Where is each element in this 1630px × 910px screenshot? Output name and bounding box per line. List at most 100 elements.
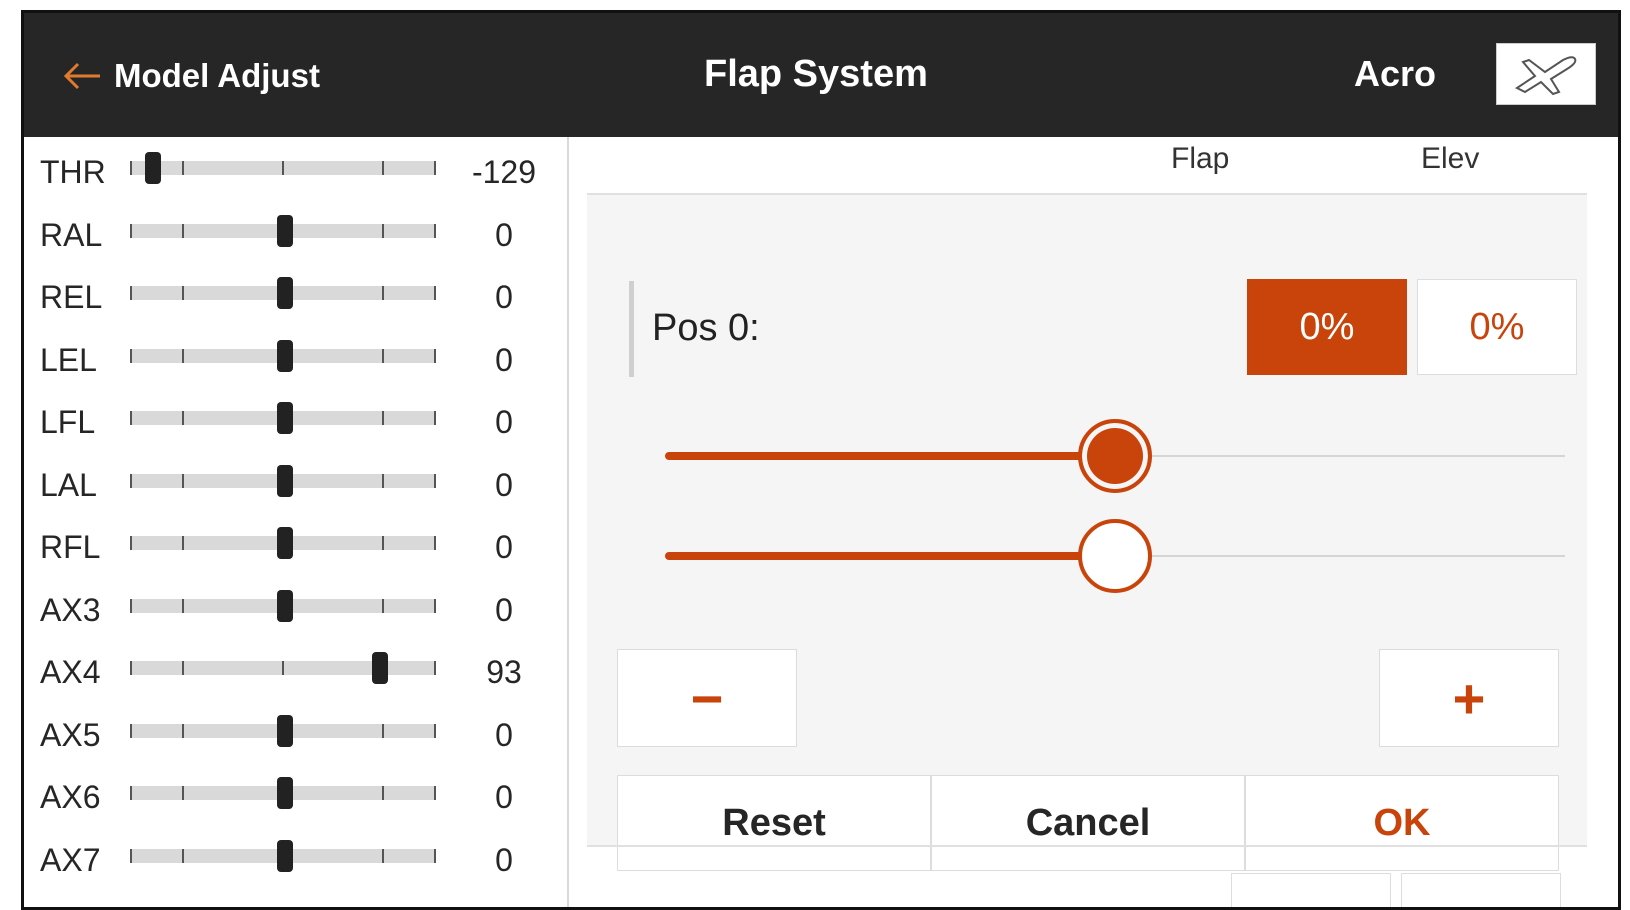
channel-row: AX7 0 xyxy=(24,827,569,891)
channel-bar xyxy=(130,214,436,247)
elev-value-box[interactable]: 0% xyxy=(1417,279,1577,375)
bar-tick xyxy=(182,786,184,800)
elev-slider[interactable] xyxy=(665,517,1565,597)
channel-value: 0 xyxy=(495,841,513,878)
top-bar: Model Adjust Flap System Acro xyxy=(24,13,1618,137)
bar-tick xyxy=(182,473,184,488)
bar-tick xyxy=(382,223,384,238)
channel-row: LAL 0 xyxy=(24,452,569,516)
slider-thumb[interactable] xyxy=(1078,519,1152,593)
next-row-flap-box[interactable] xyxy=(1231,873,1391,907)
channel-position-marker xyxy=(277,714,293,747)
screen-frame: Model Adjust Flap System Acro THR -129 RAL… xyxy=(21,10,1621,910)
bar-tick xyxy=(182,411,184,425)
channel-monitor: THR -129 RAL 0 REL 0 LEL 0 LFL 0 LAL 0 RFL 0 AX3 0 AX4 93… xyxy=(24,137,569,907)
back-button[interactable]: Model Adjust xyxy=(62,51,320,101)
channel-name: LAL xyxy=(40,466,97,503)
bar-tick xyxy=(182,286,184,300)
bar-tick xyxy=(382,411,384,425)
column-header-elev: Elev xyxy=(1421,142,1480,175)
channel-row: THR -129 xyxy=(24,139,569,203)
channel-value: 0 xyxy=(495,404,513,440)
bar-tick xyxy=(382,161,384,175)
channel-bar xyxy=(130,589,436,622)
channel-bar xyxy=(130,402,436,434)
channel-position-marker xyxy=(145,152,162,184)
cancel-button[interactable]: Cancel xyxy=(931,775,1245,871)
bar-tick xyxy=(382,786,384,800)
channel-name: AX5 xyxy=(40,716,101,753)
bar-tick xyxy=(382,473,384,488)
increment-button[interactable]: + xyxy=(1379,649,1559,747)
page-title: Flap System xyxy=(704,53,928,95)
bar-tick xyxy=(382,848,384,863)
position-label: Pos 0: xyxy=(652,307,760,349)
bar-tick xyxy=(182,848,184,863)
channel-position-marker xyxy=(277,214,293,247)
bar-tick xyxy=(382,348,384,363)
flap-system-panel: Flap Elev Pos 0: 0% 0% − + Reset Cancel … xyxy=(571,137,1618,907)
channel-position-marker xyxy=(277,402,293,434)
channel-bar xyxy=(130,152,436,184)
flap-value-box[interactable]: 0% xyxy=(1247,279,1407,375)
channel-position-marker xyxy=(277,277,293,309)
column-header-flap: Flap xyxy=(1171,142,1230,175)
channel-position-marker xyxy=(277,839,293,872)
channel-name: LFL xyxy=(40,404,96,440)
slider-fill xyxy=(665,452,1115,460)
channel-row: REL 0 xyxy=(24,264,569,328)
channel-bar xyxy=(130,527,436,559)
channel-name: LEL xyxy=(40,341,97,378)
decrement-button[interactable]: − xyxy=(617,649,797,747)
channel-position-marker xyxy=(277,527,293,559)
channel-name: AX7 xyxy=(40,841,101,878)
bar-tick xyxy=(282,161,284,175)
channel-value: 0 xyxy=(495,716,513,753)
channel-bar xyxy=(130,839,436,872)
back-label: Model Adjust xyxy=(114,57,320,94)
channel-bar xyxy=(130,464,436,497)
channel-name: RFL xyxy=(40,529,101,565)
bar-tick xyxy=(182,161,184,175)
channel-row: AX3 0 xyxy=(24,577,569,641)
channel-value: 0 xyxy=(495,779,513,815)
model-type-button[interactable] xyxy=(1496,43,1596,105)
channel-name: THR xyxy=(40,154,106,190)
channel-value: 0 xyxy=(495,216,513,253)
bar-tick xyxy=(182,536,184,550)
channel-bar xyxy=(130,339,436,372)
channel-value: 0 xyxy=(495,279,513,315)
bar-tick xyxy=(182,348,184,363)
flap-slider[interactable] xyxy=(665,417,1565,497)
bar-tick xyxy=(282,661,284,675)
position-editor: Pos 0: 0% 0% − + Reset Cancel OK xyxy=(587,195,1587,871)
channel-row: LEL 0 xyxy=(24,327,569,391)
arrow-left-icon xyxy=(63,62,100,90)
bar-tick xyxy=(382,536,384,550)
channel-bar xyxy=(130,277,436,309)
channel-bar xyxy=(130,714,436,747)
channel-name: RAL xyxy=(40,216,103,253)
next-row-elev-box[interactable] xyxy=(1401,873,1561,907)
ok-button[interactable]: OK xyxy=(1245,775,1559,871)
channel-position-marker xyxy=(277,589,293,622)
slider-fill xyxy=(665,552,1115,560)
channel-row: AX6 0 xyxy=(24,764,569,828)
channel-position-marker xyxy=(277,339,293,372)
channel-name: AX3 xyxy=(40,591,101,628)
channel-row: LFL 0 xyxy=(24,389,569,453)
selected-row-indicator xyxy=(629,281,634,377)
channel-bar xyxy=(130,777,436,809)
channel-bar xyxy=(130,652,436,684)
reset-button[interactable]: Reset xyxy=(617,775,931,871)
model-type-label: Acro xyxy=(1354,53,1437,94)
bar-tick xyxy=(182,223,184,238)
channel-row: AX4 93 xyxy=(24,639,569,703)
channel-position-marker xyxy=(277,777,293,809)
slider-thumb[interactable] xyxy=(1078,419,1152,493)
bar-tick xyxy=(382,723,384,738)
bar-tick xyxy=(382,286,384,300)
channel-value: 0 xyxy=(495,591,513,628)
channel-position-marker xyxy=(371,652,388,684)
channel-name: REL xyxy=(40,279,103,315)
